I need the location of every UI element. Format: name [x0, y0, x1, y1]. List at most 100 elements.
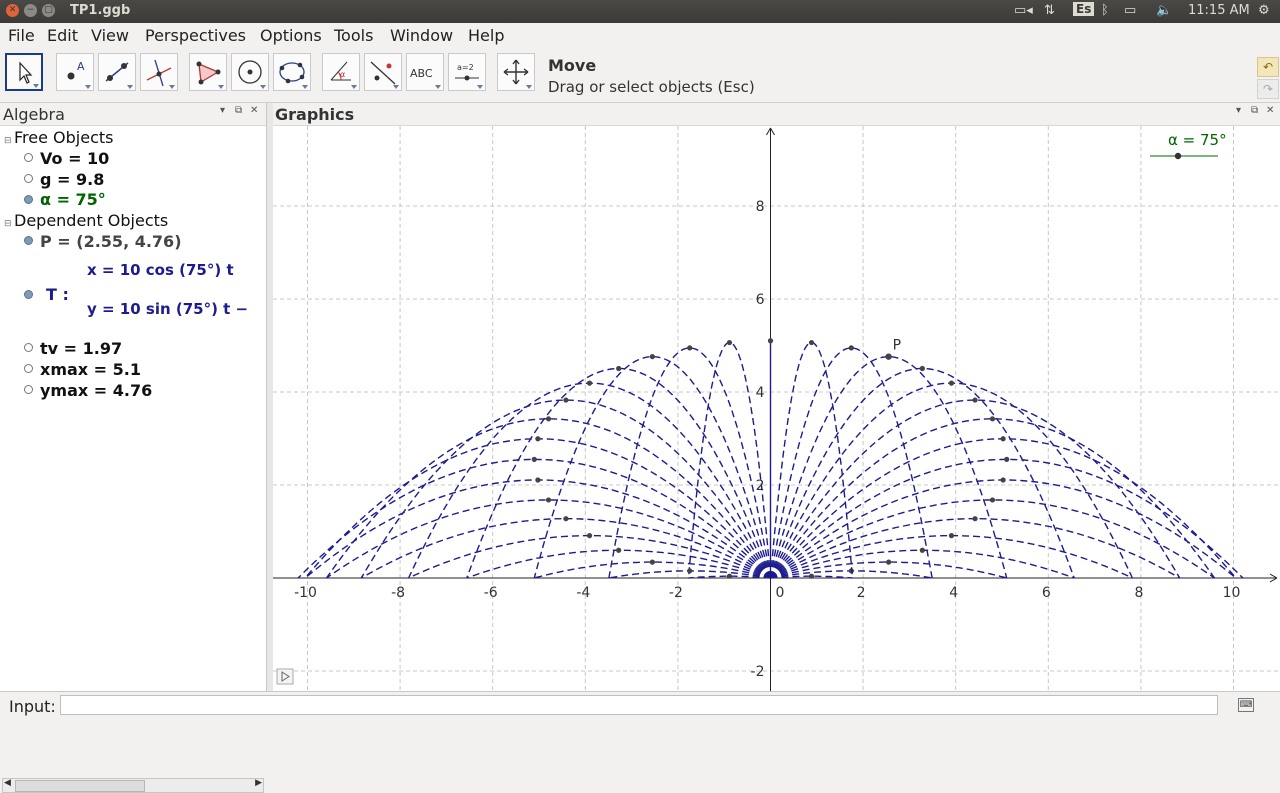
- free-objects-label: Free Objects: [14, 128, 114, 147]
- network-icon[interactable]: ⇅: [1044, 3, 1055, 18]
- menu-options[interactable]: Options: [260, 26, 322, 45]
- redo-button[interactable]: ↷: [1257, 79, 1279, 99]
- free-objects-category[interactable]: ⊟ Free Objects: [4, 128, 113, 147]
- move-tool-button[interactable]: [5, 53, 43, 91]
- camera-icon[interactable]: ▭◂: [1014, 3, 1033, 18]
- visibility-toggle-tv[interactable]: [24, 343, 33, 352]
- circle-tool-button[interactable]: [231, 53, 269, 91]
- volume-icon[interactable]: 🔈: [1156, 3, 1172, 18]
- apex-point: [808, 339, 815, 346]
- graphics-canvas[interactable]: -10 -8 -6 -4 -2 0 2 4 6 8 10 8 6 4 2 -2 Pα = 75°: [273, 126, 1280, 691]
- close-view-icon[interactable]: ✕: [250, 105, 258, 116]
- window-close-button[interactable]: ✕: [6, 4, 19, 17]
- close-view-icon[interactable]: ✕: [1266, 105, 1274, 116]
- algebra-title: Algebra: [3, 105, 65, 124]
- visibility-toggle-ymax[interactable]: [24, 385, 33, 394]
- visibility-toggle-g[interactable]: [24, 174, 33, 183]
- scroll-left-icon[interactable]: ◀: [4, 778, 11, 788]
- system-top-bar: ✕ − □ TP1.ggb ▭◂ ⇅ Es ᛒ ▭ 🔈 11:15 AM ⚙: [0, 0, 1280, 23]
- object-g[interactable]: g = 9.8: [40, 170, 104, 189]
- angle-tool-button[interactable]: α: [322, 53, 360, 91]
- apex-point: [919, 365, 925, 372]
- menu-file[interactable]: File: [8, 26, 35, 45]
- apex-point: [616, 365, 622, 372]
- x-tick-label: 6: [1042, 585, 1051, 601]
- y-tick-label: 2: [756, 478, 765, 494]
- view-menu-icon[interactable]: ▾: [220, 105, 225, 116]
- battery-icon[interactable]: ▭: [1124, 3, 1136, 18]
- object-vo[interactable]: Vo = 10: [40, 149, 109, 168]
- collapse-icon[interactable]: ⊟: [4, 136, 14, 146]
- menu-window[interactable]: Window: [390, 26, 453, 45]
- undock-icon[interactable]: ⧉: [235, 105, 242, 116]
- trajectory-curve: [769, 341, 854, 579]
- curve-y-equation[interactable]: y = 10 sin (75°) t −: [87, 300, 248, 318]
- keyboard-layout-indicator[interactable]: Es: [1073, 2, 1095, 16]
- window-title: TP1.ggb: [70, 3, 131, 18]
- menu-tools[interactable]: Tools: [334, 26, 373, 45]
- visibility-toggle-p[interactable]: [24, 236, 33, 245]
- view-menu-icon[interactable]: ▾: [1236, 105, 1241, 116]
- menu-view[interactable]: View: [91, 26, 129, 45]
- trajectory-curve: [769, 399, 1181, 579]
- line-tool-button[interactable]: [98, 53, 136, 91]
- visibility-toggle-vo[interactable]: [24, 153, 33, 162]
- object-curve-t-name[interactable]: T :: [46, 285, 69, 304]
- conic-tool-button[interactable]: [273, 53, 311, 91]
- point-p[interactable]: [885, 353, 892, 360]
- slider-tool-button[interactable]: a=2: [448, 53, 486, 91]
- object-xmax[interactable]: xmax = 5.1: [40, 360, 141, 379]
- style-bar-toggle[interactable]: [276, 668, 294, 685]
- apex-point: [1004, 456, 1010, 462]
- polygon-tool-button[interactable]: [189, 53, 227, 91]
- menu-edit[interactable]: Edit: [47, 26, 78, 45]
- menu-perspectives[interactable]: Perspectives: [145, 26, 246, 45]
- window-minimize-button[interactable]: −: [24, 4, 37, 17]
- undo-button[interactable]: ↶: [1257, 57, 1279, 77]
- bluetooth-icon[interactable]: ᛒ: [1101, 3, 1109, 18]
- move-view-tool-button[interactable]: [497, 53, 535, 91]
- text-tool-button[interactable]: ABC: [406, 53, 444, 91]
- apex-point: [972, 516, 978, 522]
- menu-bar: File Edit View Perspectives Options Tool…: [0, 23, 1280, 48]
- visibility-toggle-xmax[interactable]: [24, 364, 33, 373]
- object-tv[interactable]: tv = 1.97: [40, 339, 122, 358]
- scroll-right-icon[interactable]: ▶: [255, 778, 262, 788]
- apex-point: [563, 516, 569, 522]
- window-maximize-button[interactable]: □: [42, 4, 55, 17]
- collapse-icon[interactable]: ⊟: [4, 219, 14, 229]
- object-alpha[interactable]: α = 75°: [40, 190, 106, 209]
- algebra-horizontal-scrollbar[interactable]: ◀ ▶: [2, 778, 264, 793]
- curve-x-equation[interactable]: x = 10 cos (75°) t: [87, 261, 234, 279]
- x-tick-label: 10: [1223, 585, 1241, 601]
- point-tool-button[interactable]: A: [56, 53, 94, 91]
- graphics-header: Graphics ▾ ⧉ ✕: [273, 103, 1280, 126]
- projectile-plot[interactable]: -10 -8 -6 -4 -2 0 2 4 6 8 10 8 6 4 2 -2 Pα = 75°: [273, 126, 1280, 691]
- clock[interactable]: 11:15 AM: [1188, 3, 1250, 18]
- scrollbar-thumb[interactable]: [15, 780, 145, 792]
- perpendicular-tool-button[interactable]: [140, 53, 178, 91]
- dependent-objects-label: Dependent Objects: [14, 211, 169, 230]
- apex-point: [886, 559, 892, 565]
- x-tick-label: -8: [391, 585, 405, 601]
- menu-help[interactable]: Help: [468, 26, 504, 45]
- algebra-header: Algebra ▾ ⧉ ✕: [0, 103, 266, 126]
- object-point-p[interactable]: P = (2.55, 4.76): [40, 232, 182, 251]
- graphics-title: Graphics: [275, 105, 355, 124]
- visibility-toggle-t[interactable]: [24, 290, 33, 299]
- input-bar: Input: ⌨: [0, 691, 1280, 721]
- svg-text:α: α: [340, 70, 345, 79]
- settings-gear-icon[interactable]: ⚙: [1258, 3, 1270, 18]
- visibility-toggle-alpha[interactable]: [24, 195, 33, 204]
- dependent-objects-category[interactable]: ⊟ Dependent Objects: [4, 211, 168, 230]
- x-tick-label: 4: [949, 585, 958, 601]
- x-tick-label: -2: [669, 585, 683, 601]
- active-tool-help: Drag or select objects (Esc): [548, 78, 755, 96]
- apex-point: [687, 345, 693, 351]
- undock-icon[interactable]: ⧉: [1251, 105, 1258, 116]
- input-field[interactable]: [60, 695, 1218, 715]
- alpha-slider-knob[interactable]: [1174, 152, 1182, 160]
- input-help-icon[interactable]: ⌨: [1238, 698, 1254, 712]
- object-ymax[interactable]: ymax = 4.76: [40, 381, 152, 400]
- reflect-tool-button[interactable]: [364, 53, 402, 91]
